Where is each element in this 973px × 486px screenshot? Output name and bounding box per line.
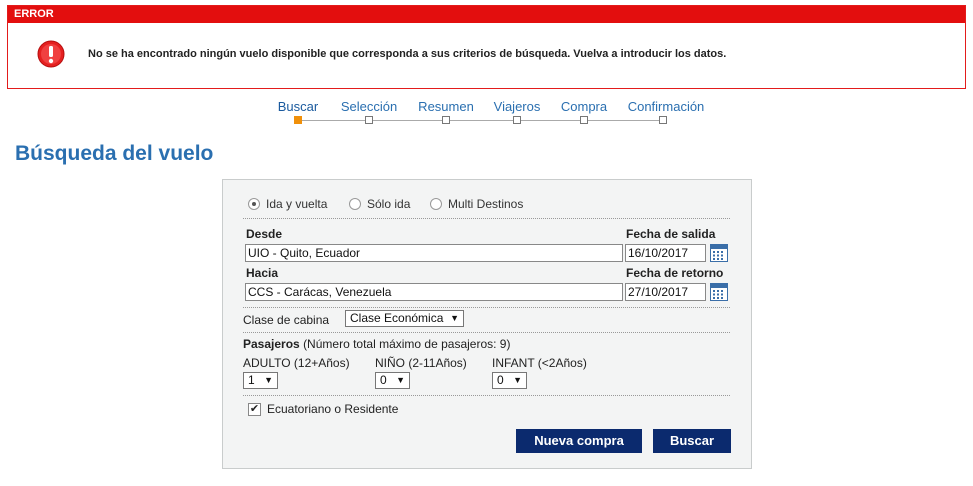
radio-label: Ida y vuelta [266,197,328,211]
step-seleccion[interactable]: Selección [341,99,397,114]
trip-type-multi[interactable]: Multi Destinos [430,197,523,211]
radio-label: Sólo ida [367,197,411,211]
step-marker-active [294,116,302,124]
divider [243,218,730,219]
to-input[interactable]: CCS - Carácas, Venezuela [245,283,623,301]
passengers-title: Pasajeros [243,337,300,351]
divider [243,332,730,333]
trip-type-roundtrip[interactable]: Ida y vuelta [248,197,327,211]
radio-button[interactable] [248,198,260,210]
steps-line [300,120,664,121]
dropdown-arrow-icon: ▼ [264,375,273,385]
dropdown-arrow-icon: ▼ [450,313,459,323]
error-banner: ERROR No se ha encontrado ningún vuelo d… [7,5,966,89]
exclamation-circle-icon [37,40,65,68]
radio-label: Multi Destinos [448,197,524,211]
error-title: ERROR [8,6,965,23]
step-confirmacion[interactable]: Confirmación [628,99,705,114]
step-marker [365,116,373,124]
cabin-label: Clase de cabina [243,313,330,327]
departure-date-input[interactable]: 16/10/2017 [625,244,706,262]
adult-select[interactable]: 1 ▼ [243,372,278,389]
calendar-icon[interactable] [710,283,728,301]
passengers-note: (Número total máximo de pasajeros: 9) [303,337,511,351]
infant-label: INFANT (<2Años) [492,356,587,370]
from-input[interactable]: UIO - Quito, Ecuador [245,244,623,262]
radio-button[interactable] [430,198,442,210]
adult-select-value: 1 [248,373,255,387]
page-title: Búsqueda del vuelo [15,142,214,165]
child-select-value: 0 [380,373,387,387]
error-message: No se ha encontrado ningún vuelo disponi… [88,48,727,60]
search-form: Ida y vuelta Sólo ida Multi Destinos Des… [222,179,752,469]
resident-checkbox[interactable]: ✔ [248,403,261,416]
infant-select[interactable]: 0 ▼ [492,372,527,389]
resident-label: Ecuatoriano o Residente [267,402,399,416]
step-resumen[interactable]: Resumen [418,99,474,114]
step-viajeros[interactable]: Viajeros [494,99,541,114]
child-label: NIÑO (2-11Años) [375,356,467,370]
step-marker [513,116,521,124]
return-date-input[interactable]: 27/10/2017 [625,283,706,301]
return-label: Fecha de retorno [626,266,724,280]
passengers-heading: Pasajeros (Número total máximo de pasaje… [243,337,510,351]
calendar-icon[interactable] [710,244,728,262]
child-select[interactable]: 0 ▼ [375,372,410,389]
booking-steps: Buscar Selección Resumen Viajeros Compra… [0,97,973,127]
divider [243,307,730,308]
new-purchase-button[interactable]: Nueva compra [516,429,642,453]
dropdown-arrow-icon: ▼ [396,375,405,385]
step-marker [580,116,588,124]
step-buscar[interactable]: Buscar [278,99,318,114]
trip-type-oneway[interactable]: Sólo ida [349,197,410,211]
step-marker [659,116,667,124]
departure-label: Fecha de salida [626,227,716,241]
from-label: Desde [246,227,283,241]
cabin-select[interactable]: Clase Económica ▼ [345,310,464,327]
to-label: Hacia [246,266,279,280]
infant-select-value: 0 [497,373,504,387]
divider [243,395,730,396]
step-marker [442,116,450,124]
search-button[interactable]: Buscar [653,429,731,453]
step-compra[interactable]: Compra [561,99,607,114]
cabin-select-value: Clase Económica [350,311,444,325]
adult-label: ADULTO (12+Años) [243,356,350,370]
dropdown-arrow-icon: ▼ [513,375,522,385]
radio-button[interactable] [349,198,361,210]
